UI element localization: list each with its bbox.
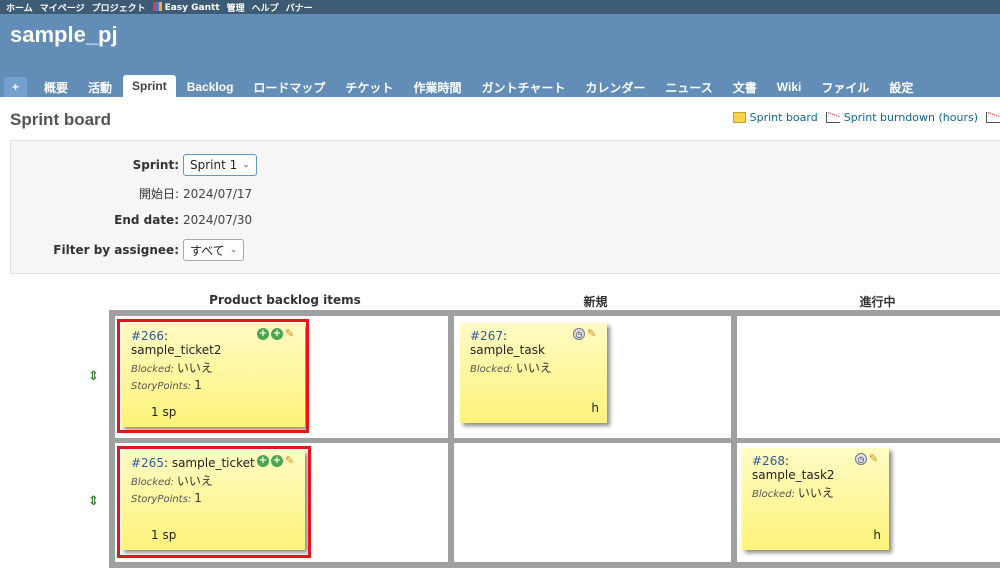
burndown-link[interactable]: Sprint burndown (hours) [825,111,978,124]
tab-activity[interactable]: 活動 [79,77,121,97]
highlight-box [117,446,311,558]
menu-easy-gantt[interactable]: Easy Gantt [152,1,220,13]
blocked-value: いいえ [515,361,552,375]
page-title: Sprint board [10,110,112,129]
tab-roadmap[interactable]: ロードマップ [244,77,334,97]
menu-projects[interactable]: プロジェクト [92,1,146,14]
project-title[interactable]: sample_pj [10,22,118,48]
sprint-filter-box: Sprint: Sprint 1 ⌄ 開始日: 2024/07/17 End da… [10,140,1000,274]
contextual-links: Sprint board Sprint burndown (hours) [732,111,1000,124]
column-header-new: 新規 [583,295,608,309]
issue-subject: sample_task2 [752,468,835,482]
move-icon[interactable]: ⇕ [88,369,99,384]
sprint-label: Sprint: [132,158,179,172]
start-date-value: 2024/07/17 [183,186,253,201]
sprint-board-link[interactable]: Sprint board [732,111,818,124]
menu-admin[interactable]: 管理 [227,1,245,14]
column-header-in-progress: 進行中 [859,295,896,309]
tab-backlog[interactable]: Backlog [178,77,243,97]
issue-subject: sample_task [470,343,545,357]
blocked-value: いいえ [797,486,834,500]
chevron-down-icon: ⌄ [242,160,250,170]
start-date-label: 開始日: [138,187,179,201]
tab-new[interactable]: + [4,77,28,97]
menu-home[interactable]: ホーム [6,1,33,14]
hours-footer: h [591,401,599,415]
task-card-268[interactable]: ◷ ✎ #268: sample_task2 Blocked: いいえ h [742,448,889,550]
menu-banner[interactable]: バナー [286,1,313,14]
end-date-value: 2024/07/30 [183,213,253,227]
tab-time-entries[interactable]: 作業時間 [404,77,470,97]
tab-settings[interactable]: 設定 [880,77,922,97]
chevron-down-icon: ⌄ [229,245,238,255]
menu-mypage[interactable]: マイページ [40,1,85,14]
tab-files[interactable]: ファイル [812,77,878,97]
tab-overview[interactable]: 概要 [35,77,77,97]
column-header-backlog: Product backlog items [209,293,361,307]
tab-gantt[interactable]: ガントチャート [472,77,574,97]
tab-documents[interactable]: 文書 [724,77,766,97]
end-date-label: End date: [114,213,179,227]
menu-help[interactable]: ヘルプ [252,1,279,14]
cell-progress-1 [737,316,1000,438]
tab-calendar[interactable]: カレンダー [576,77,654,97]
project-header: sample_pj + 概要 活動 Sprint Backlog ロードマップ … [0,14,1000,97]
sprint-select[interactable]: Sprint 1 ⌄ [183,154,257,176]
assignee-filter-label: Filter by assignee: [53,243,179,257]
tab-news[interactable]: ニュース [656,77,721,97]
issue-id[interactable]: #267 [470,329,503,343]
highlight-box [117,319,309,433]
tab-sprint[interactable]: Sprint [123,75,176,97]
gantt-icon [152,1,162,11]
hours-footer: h [873,528,881,542]
more-chart-link[interactable] [986,111,1000,124]
timer-icon[interactable]: ◷ [573,328,585,340]
assignee-select[interactable]: すべて ⌄ [183,239,245,261]
tab-issues[interactable]: チケット [336,77,402,97]
task-card-267[interactable]: ◷ ✎ #267: sample_task Blocked: いいえ h [460,323,607,423]
cell-new-2 [454,443,731,562]
edit-icon[interactable]: ✎ [869,453,881,465]
board-icon [732,112,746,123]
timer-icon[interactable]: ◷ [855,453,867,465]
top-menu: ホーム マイページ プロジェクト Easy Gantt 管理 ヘルプ バナー [0,0,1000,14]
chart-icon [986,112,1000,123]
main-tabs: + 概要 活動 Sprint Backlog ロードマップ チケット 作業時間 … [4,74,922,97]
move-icon[interactable]: ⇕ [88,494,99,509]
issue-id[interactable]: #268 [752,454,785,468]
edit-icon[interactable]: ✎ [587,328,599,340]
chart-icon [825,112,840,123]
tab-wiki[interactable]: Wiki [768,77,811,97]
